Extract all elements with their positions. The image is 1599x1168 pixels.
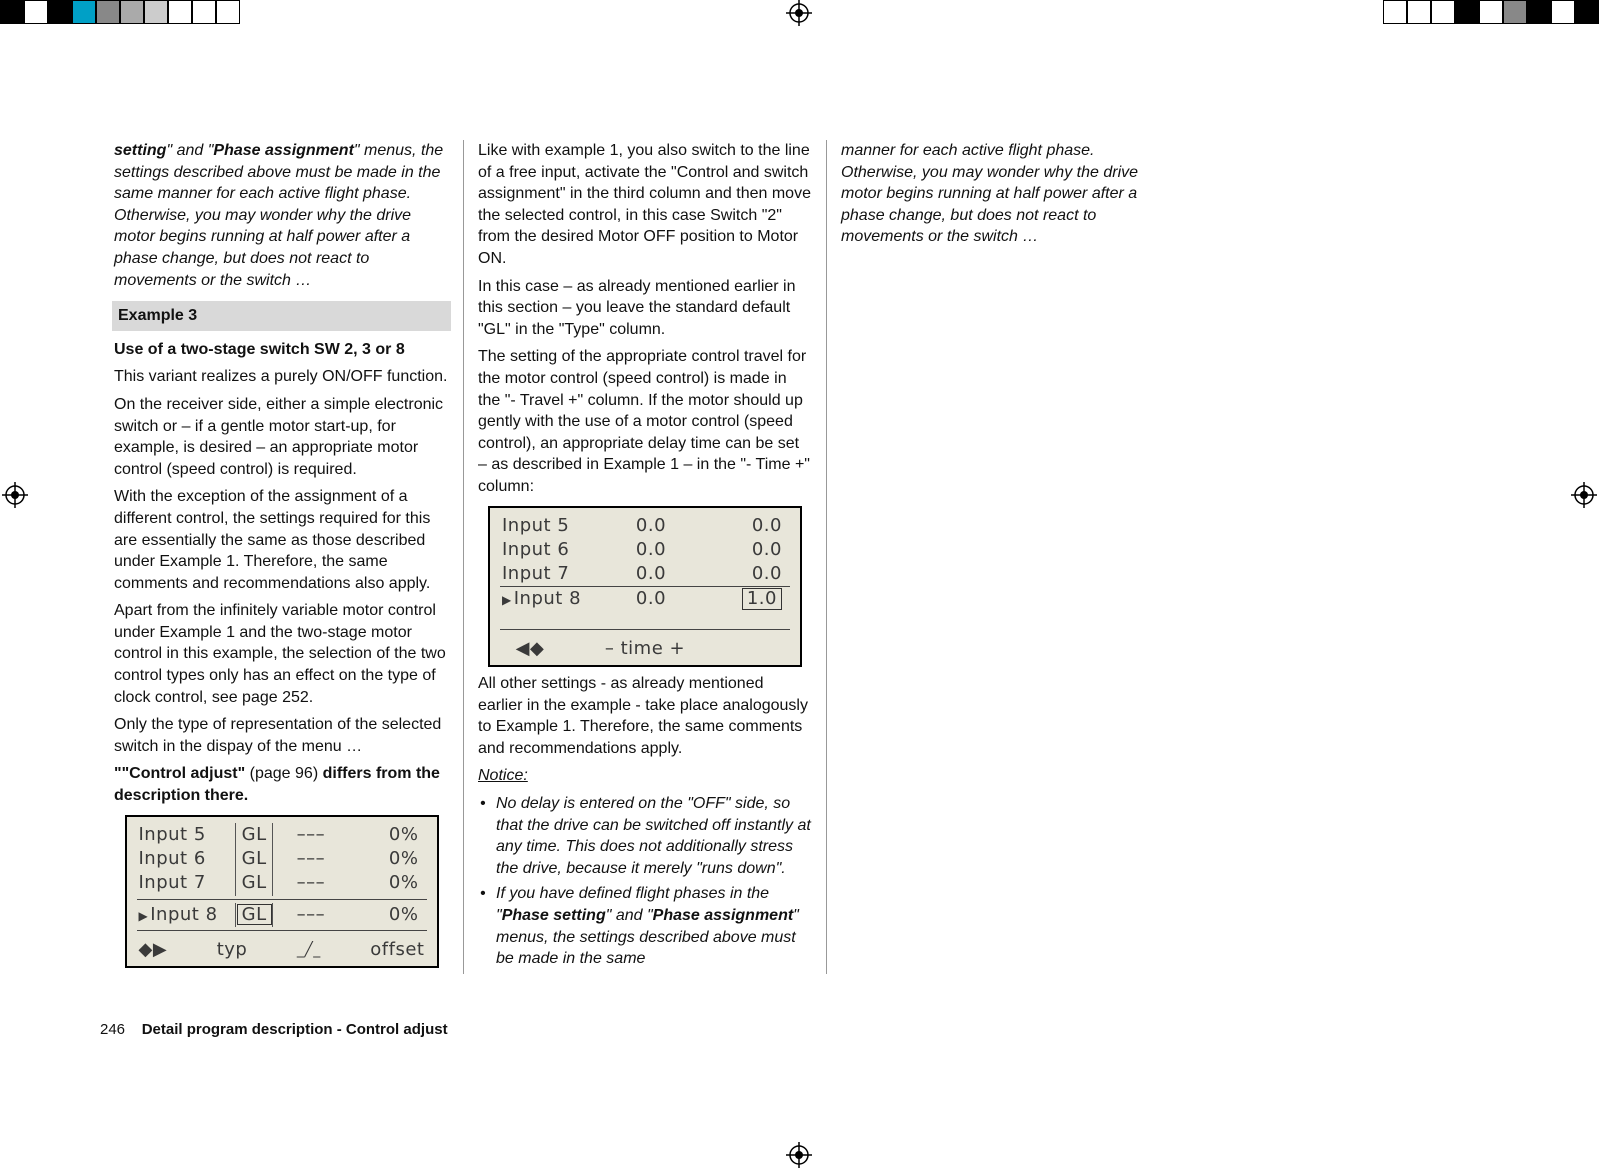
example3-subheading: Use of a two-stage switch SW 2, 3 or 8 [114, 339, 449, 361]
notice-item-1: No delay is entered on the "OFF" side, s… [478, 793, 812, 879]
lcd1-row-5: Input 5 GL ––– 0% [137, 823, 427, 847]
example3-heading: Example 3 [112, 301, 451, 331]
ex3-p5: Only the type of representation of the s… [114, 714, 449, 757]
notice-list: No delay is entered on the "OFF" side, s… [478, 793, 812, 970]
page-footer: 246 Detail program description - Control… [100, 1021, 448, 1038]
lcd2-row-8-selected: Input 8 0.0 1.0 [500, 587, 790, 611]
lcd-display-1: Input 5 GL ––– 0% Input 6 GL ––– 0% Inpu… [125, 815, 439, 968]
registration-mark-right [1569, 480, 1599, 510]
nav-arrows-icon: ◀◆ [516, 637, 545, 661]
lcd1-row-8-selected: Input 8 GL ––– 0% [137, 903, 427, 927]
lcd2-row-7: Input 7 0.0 0.0 [500, 562, 790, 587]
col3-p1: manner for each active flight phase. Oth… [841, 140, 1175, 248]
registration-mark-top [784, 0, 814, 28]
lcd-display-2: Input 5 0.0 0.0 Input 6 0.0 0.0 Input 7 … [488, 506, 802, 667]
registration-mark-bottom [784, 1140, 814, 1168]
ex3-p4: Apart from the infinitely variable motor… [114, 600, 449, 708]
col1-top-note: setting" and "Phase assignment" menus, t… [114, 140, 449, 291]
registration-mark-left [0, 480, 30, 510]
col2-p1: Like with example 1, you also switch to … [478, 140, 812, 270]
lcd2-row-5: Input 5 0.0 0.0 [500, 514, 790, 538]
ex3-p3: With the exception of the assignment of … [114, 486, 449, 594]
column-1: setting" and "Phase assignment" menus, t… [100, 140, 463, 974]
notice-heading: Notice: [478, 765, 812, 787]
control-adjust-ref: ""Control adjust" (page 96) differs from… [114, 763, 449, 806]
switch-curve-icon: _╱_ [297, 941, 321, 960]
footer-title: Detail program description - Control adj… [142, 1021, 448, 1038]
col2-p3: The setting of the appropriate control t… [478, 346, 812, 497]
column-3: manner for each active flight phase. Oth… [826, 140, 1189, 974]
notice-item-2: If you have defined flight phases in the… [478, 883, 812, 969]
col2-p2: In this case – as already mentioned earl… [478, 276, 812, 341]
lcd1-row-6: Input 6 GL ––– 0% [137, 847, 427, 871]
col2-p4: All other settings - as already mentione… [478, 673, 812, 759]
column-2: Like with example 1, you also switch to … [463, 140, 826, 974]
nav-arrows-icon: ◆▶ [139, 938, 168, 962]
lcd1-footer: ◆▶ typ _╱_ offset [137, 934, 427, 962]
ex3-p2: On the receiver side, either a simple el… [114, 394, 449, 480]
lcd2-footer: ◀◆ – time + [500, 633, 790, 661]
ex3-p1: This variant realizes a purely ON/OFF fu… [114, 366, 449, 388]
lcd1-row-7: Input 7 GL ––– 0% [137, 871, 427, 895]
content-columns: setting" and "Phase assignment" menus, t… [100, 140, 1500, 974]
page-number: 246 [100, 1021, 125, 1038]
lcd2-row-6: Input 6 0.0 0.0 [500, 538, 790, 562]
